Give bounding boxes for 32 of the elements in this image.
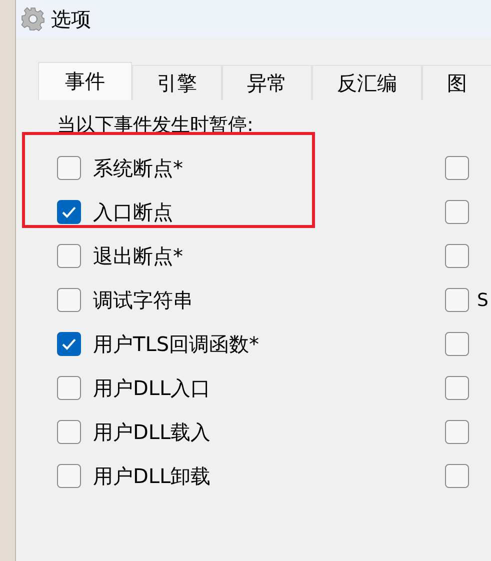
checkbox-label[interactable]: 退出断点* (93, 242, 183, 270)
checkbox-label[interactable]: 调试字符串 (93, 286, 193, 314)
checkbox[interactable] (57, 376, 81, 400)
tab[interactable]: 引擎 (132, 65, 222, 100)
checkbox[interactable] (57, 156, 81, 180)
checkbox[interactable] (445, 420, 469, 444)
checkbox[interactable] (445, 376, 469, 400)
window-title: 选项 (51, 6, 91, 32)
checkbox[interactable] (57, 420, 81, 444)
tab[interactable]: 图 (422, 65, 491, 100)
tab[interactable]: 反汇编 (312, 65, 422, 100)
checkbox[interactable] (445, 332, 469, 356)
checkbox[interactable] (57, 332, 81, 356)
checkbox-label[interactable]: 入口断点 (93, 198, 173, 226)
checkbox[interactable] (57, 200, 81, 224)
checkbox[interactable] (57, 288, 81, 312)
checkbox-label[interactable]: 用户DLL卸载 (93, 462, 211, 490)
checkbox[interactable] (445, 288, 469, 312)
gear-icon (21, 7, 45, 31)
checkbox-label[interactable]: 系统断点* (93, 154, 183, 182)
checkbox-label[interactable]: S (477, 290, 488, 310)
checkbox-label[interactable]: 用户DLL载入 (93, 418, 211, 446)
checkbox[interactable] (445, 464, 469, 488)
checkbox[interactable] (445, 156, 469, 180)
tab[interactable]: 事件 (38, 62, 132, 100)
checkbox-label[interactable]: 用户DLL入口 (93, 374, 211, 402)
checkbox[interactable] (445, 244, 469, 268)
tab[interactable]: 异常 (222, 65, 312, 100)
checkbox[interactable] (57, 464, 81, 488)
checkbox[interactable] (57, 244, 81, 268)
checkbox-label[interactable]: 用户TLS回调函数* (93, 330, 260, 358)
checkbox[interactable] (445, 200, 469, 224)
